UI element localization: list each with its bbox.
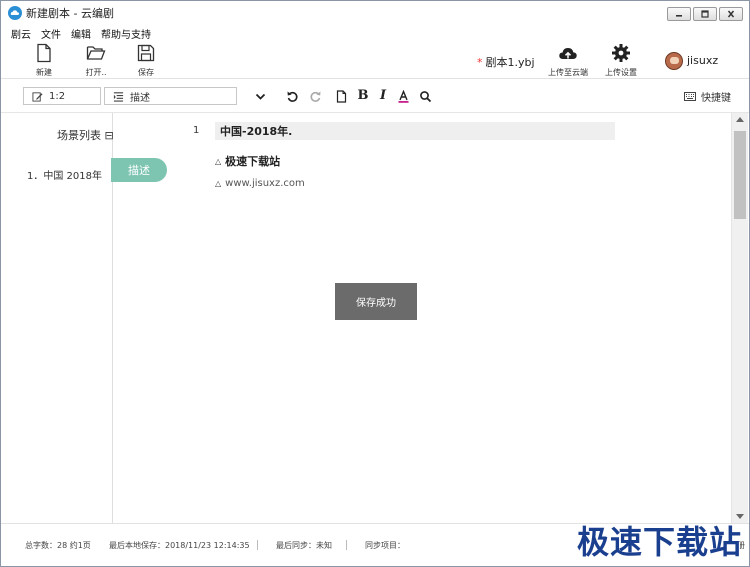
minimize-icon [676, 15, 682, 17]
italic-icon: I [379, 88, 387, 103]
triangle-marker-icon: △ [215, 179, 222, 188]
last-sync: 最后同步：未知 [276, 541, 332, 550]
close-icon [727, 10, 735, 18]
scroll-thumb[interactable] [734, 131, 746, 219]
font-color-button[interactable] [396, 89, 410, 103]
maximize-button[interactable] [693, 7, 717, 21]
sync-items: 同步项目： [365, 541, 405, 550]
window-title: 新建剧本 - 云编剧 [26, 7, 114, 20]
scene-list-title-text: 场景列表 [57, 129, 101, 142]
watermark-logo: 极速下载站 [577, 523, 743, 561]
menu-help[interactable]: 帮助与支持 [101, 26, 151, 41]
scene-list-panel: 场景列表 ⊟ 1．中国 2018年 [1, 113, 114, 523]
upload-to-cloud-button[interactable]: 上传至云端 [547, 43, 589, 78]
shortcuts-label: 快捷键 [701, 93, 731, 104]
script-line[interactable]: △ www.jisuxz.com [215, 178, 305, 189]
word-count: 总字数：28 约1页 [25, 541, 91, 550]
font-color-icon [398, 89, 408, 103]
cloud-upload-icon [559, 48, 577, 59]
line-number: 1 [193, 125, 200, 136]
cloud-app-icon [8, 6, 22, 20]
italic-button[interactable]: I [376, 89, 390, 103]
save-disk-icon [137, 44, 155, 62]
menu-juyun[interactable]: 剧云 [11, 26, 31, 41]
blank-page-button[interactable] [334, 89, 348, 103]
paragraph-list-icon [113, 91, 124, 102]
save-success-toast: 保存成功 [335, 283, 417, 320]
page-icon [336, 89, 346, 103]
chevron-down-icon [255, 93, 265, 100]
menu-bar: 剧云 文件 编辑 帮助与支持 [1, 25, 749, 41]
undo-icon [287, 91, 298, 102]
triangle-marker-icon: △ [215, 156, 222, 166]
style-select-value: 描述 [130, 92, 150, 104]
style-dropdown-button[interactable] [253, 89, 267, 103]
upload-label: 上传至云端 [548, 68, 588, 77]
script-line[interactable]: △ 极速下载站 [215, 153, 280, 169]
undo-button[interactable] [285, 89, 299, 103]
format-bar: 1:2 描述 B I 快捷键 [1, 79, 749, 113]
redo-button[interactable] [308, 89, 322, 103]
main-toolbar: 新建 打开.. 保存 * 剧本1.ybj 上传至云端 上传设置 jisuxz [1, 41, 749, 79]
status-divider [346, 540, 347, 550]
user-avatar[interactable] [665, 52, 683, 70]
search-button[interactable] [418, 89, 432, 103]
keyboard-icon [684, 92, 696, 101]
upload-settings-button[interactable]: 上传设置 [601, 43, 641, 78]
upload-settings-label: 上传设置 [605, 68, 637, 77]
script-name: * 剧本1.ybj [477, 54, 535, 70]
open-label: 打开.. [85, 68, 107, 77]
open-folder-icon [86, 46, 106, 60]
last-local-save: 最后本地保存：2018/11/23 12:14:35 [109, 541, 250, 550]
redo-icon [309, 91, 320, 102]
page-field-value: 1:2 [49, 90, 66, 102]
unsaved-indicator: * [477, 56, 483, 69]
new-button[interactable]: 新建 [24, 43, 64, 78]
app-window: 新建剧本 - 云编剧 剧云 文件 编辑 帮助与支持 新建 打开.. 保存 * 剧… [0, 0, 750, 567]
save-label: 保存 [138, 68, 154, 77]
scene-list-title: 场景列表 ⊟ [57, 127, 114, 143]
save-button[interactable]: 保存 [126, 43, 166, 78]
search-icon [419, 90, 431, 102]
page-field[interactable]: 1:2 [23, 87, 101, 105]
maximize-icon [701, 10, 709, 18]
title-bar: 新建剧本 - 云编剧 [1, 1, 749, 25]
new-file-icon [37, 43, 51, 63]
minimize-button[interactable] [667, 7, 691, 21]
menu-file[interactable]: 文件 [41, 26, 61, 41]
script-file-name: 剧本1.ybj [485, 56, 535, 69]
status-divider [257, 540, 258, 550]
bold-button[interactable]: B [356, 89, 370, 103]
gear-icon [612, 44, 630, 62]
shortcuts-button[interactable]: 快捷键 [684, 89, 731, 104]
new-label: 新建 [36, 68, 52, 77]
open-button[interactable]: 打开.. [76, 43, 116, 78]
script-line-text: www.jisuxz.com [225, 178, 305, 189]
scene-list-item[interactable]: 1．中国 2018年 [27, 167, 102, 182]
scroll-up-arrow-icon[interactable] [736, 117, 744, 122]
edit-pencil-icon [32, 91, 43, 102]
scene-heading[interactable]: 中国-2018年. [215, 122, 615, 140]
menu-edit[interactable]: 编辑 [71, 26, 91, 41]
close-button[interactable] [719, 7, 743, 21]
script-editor[interactable]: 1 中国-2018年. △ 极速下载站 △ www.jisuxz.com [113, 113, 731, 523]
username[interactable]: jisuxz [687, 54, 718, 67]
style-select[interactable]: 描述 [104, 87, 237, 105]
script-line-text: 极速下载站 [225, 155, 281, 168]
bold-icon: B [357, 88, 369, 103]
vertical-scrollbar[interactable] [731, 113, 748, 523]
